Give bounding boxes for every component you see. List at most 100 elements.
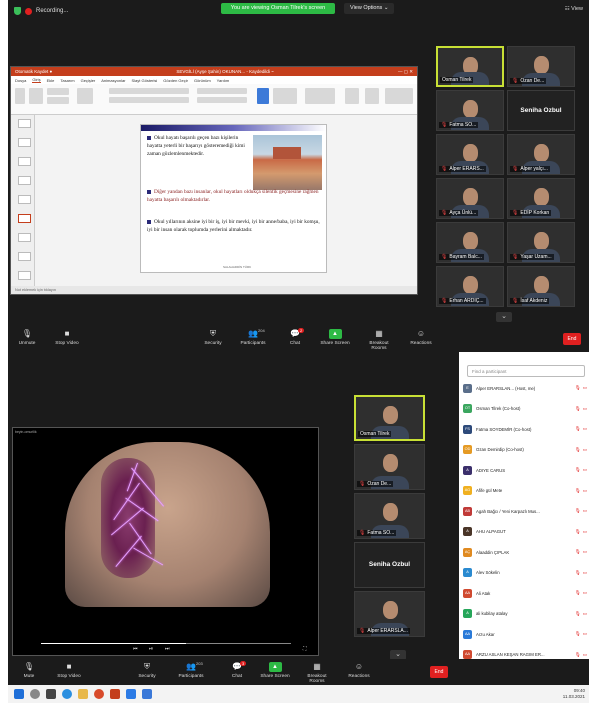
- search-icon[interactable]: [30, 689, 40, 699]
- ppt-menu-tab[interactable]: Görünüm: [194, 78, 211, 83]
- participants-button[interactable]: 👥 Participants 203: [174, 661, 208, 679]
- participants-button[interactable]: 👥 Participants 204: [236, 328, 270, 346]
- participant-search-input[interactable]: Find a participant: [467, 365, 585, 377]
- participant-row[interactable]: AB Agah Bağcı / Yeni Karpazlı Mus... 🎙 ▭: [463, 505, 587, 517]
- participant-row[interactable]: OT Osman Tilrek (Co-host) 🎙 ▭: [463, 403, 587, 415]
- participant-tile[interactable]: 🎙 Ayça Ünlü...: [436, 178, 504, 219]
- ppt-menu-tab[interactable]: Geçişler: [81, 78, 96, 83]
- participant-tile[interactable]: 🎙 İsaf Akdeniz: [507, 266, 575, 307]
- slide-thumb[interactable]: [18, 119, 31, 128]
- reactions-button[interactable]: ☺ Reactions: [404, 329, 438, 346]
- slide-thumb-selected[interactable]: [18, 214, 31, 223]
- participant-tile[interactable]: Osman Tilrek: [354, 395, 425, 441]
- photos-icon[interactable]: [142, 689, 152, 699]
- security-button[interactable]: ⛨ Security: [130, 662, 164, 679]
- mic-off-icon[interactable]: 🎙: [575, 590, 581, 596]
- chat-button[interactable]: 💬 Chat 3: [220, 661, 254, 679]
- participant-tile[interactable]: 🎙 Yaşar Uzam...: [507, 222, 575, 263]
- slide-thumb[interactable]: [18, 138, 31, 147]
- camera-off-icon[interactable]: ▭: [583, 529, 587, 535]
- fullscreen-icon[interactable]: ⛶: [303, 646, 307, 652]
- participant-row[interactable]: E Alper ERARSLAN... (Host, me) 🎙 ▭: [463, 382, 587, 394]
- participant-tile[interactable]: 🎙 Ozan De...: [507, 46, 575, 87]
- rewind-icon[interactable]: ⏮: [133, 646, 138, 652]
- camera-off-icon[interactable]: ▭: [583, 467, 587, 473]
- ppt-status-bar[interactable]: Not eklemek için tıklayın: [11, 286, 417, 294]
- mic-off-icon[interactable]: 🎙: [575, 406, 581, 412]
- forward-icon[interactable]: ⏭: [165, 646, 170, 652]
- participant-tile[interactable]: 🎙 Ozan De...: [354, 444, 425, 490]
- mic-off-icon[interactable]: 🎙: [575, 426, 581, 432]
- camera-off-icon[interactable]: ▭: [583, 447, 587, 453]
- slide-thumb[interactable]: [18, 176, 31, 185]
- edge-browser-icon[interactable]: [62, 689, 72, 699]
- participant-tile[interactable]: Seniha Ozbul: [507, 90, 575, 131]
- mic-off-icon[interactable]: 🎙: [575, 611, 581, 617]
- view-button[interactable]: ☷ View: [565, 6, 583, 12]
- end-meeting-button[interactable]: End: [563, 333, 581, 345]
- participant-tile[interactable]: 🎙 Alper ERARS...: [436, 134, 504, 175]
- participant-tile[interactable]: 🎙 Fatma SO...: [354, 493, 425, 539]
- participant-tile[interactable]: Osman Tilrek: [436, 46, 504, 87]
- file-explorer-icon[interactable]: [78, 689, 88, 699]
- mic-off-icon[interactable]: 🎙: [575, 467, 581, 473]
- unmute-button[interactable]: 🎙 Unmute: [10, 329, 44, 346]
- camera-off-icon[interactable]: ▭: [583, 385, 587, 391]
- participant-row[interactable]: AA Ali Atak 🎙 ▭: [463, 587, 587, 599]
- view-options-button[interactable]: View Options ⌄: [344, 3, 395, 14]
- camera-off-icon[interactable]: ▭: [583, 406, 587, 412]
- camera-off-icon[interactable]: ▭: [583, 426, 587, 432]
- security-button[interactable]: ⛨ Security: [196, 329, 230, 346]
- participant-row[interactable]: AG Afife gül Mete 🎙 ▭: [463, 485, 587, 497]
- slide-thumb[interactable]: [18, 252, 31, 261]
- participant-row[interactable]: A ADIYE CARUS 🎙 ▭: [463, 464, 587, 476]
- windows-start-icon[interactable]: [14, 689, 24, 699]
- participant-row[interactable]: OD Ozan Demirdip (Co-host) 🎙 ▭: [463, 444, 587, 456]
- participant-tile[interactable]: 🎙 Fatma SO...: [436, 90, 504, 131]
- share-screen-button[interactable]: ▲ Share Screen: [318, 329, 352, 346]
- ppt-menu-tab[interactable]: Gözden Geçir: [163, 78, 188, 83]
- participant-tile[interactable]: 🎙 Erhan ARDIÇ...: [436, 266, 504, 307]
- ppt-menu-tab[interactable]: Giriş: [32, 77, 41, 83]
- mic-off-icon[interactable]: 🎙: [575, 529, 581, 535]
- system-tray[interactable]: 09:40 11.03.2021: [563, 688, 585, 700]
- mute-button[interactable]: 🎙 Mute: [12, 662, 46, 679]
- participant-row[interactable]: AÇ Alaaddin ÇIPLAK 🎙 ▭: [463, 546, 587, 558]
- mic-off-icon[interactable]: 🎙: [575, 631, 581, 637]
- play-icon[interactable]: ⏯: [149, 646, 153, 652]
- ppt-menu-tab[interactable]: Animasyonlar: [101, 78, 125, 83]
- chevron-down-icon[interactable]: ⌄: [496, 312, 512, 322]
- seek-bar[interactable]: [41, 643, 291, 644]
- shared-video[interactable]: beyin-omurilik ⏮ ⏯ ⏭ ⛶: [12, 427, 319, 656]
- participant-row[interactable]: FS Fatma SOYDEMİR (Co-host) 🎙 ▭: [463, 423, 587, 435]
- ppt-menu-tab[interactable]: Dosya: [15, 78, 26, 83]
- powerpoint-icon[interactable]: [110, 689, 120, 699]
- ppt-menu-tab[interactable]: Slayt Gösterisi: [132, 78, 158, 83]
- participant-tile[interactable]: Seniha Ozbul: [354, 542, 425, 588]
- mic-off-icon[interactable]: 🎙: [575, 385, 581, 391]
- zoom-icon[interactable]: [126, 689, 136, 699]
- ppt-menu-tab[interactable]: Yardım: [217, 78, 230, 83]
- ppt-menu-tab[interactable]: Tasarım: [60, 78, 74, 83]
- breakout-rooms-button[interactable]: ▦ Breakout Rooms: [300, 662, 334, 684]
- participant-tile[interactable]: 🎙 Alper ERARSLA...: [354, 591, 425, 637]
- camera-off-icon[interactable]: ▭: [583, 652, 587, 658]
- participant-row[interactable]: A Alev Sökelin 🎙 ▭: [463, 567, 587, 579]
- camera-off-icon[interactable]: ▭: [583, 611, 587, 617]
- participant-tile[interactable]: 🎙 Alper yalçı...: [507, 134, 575, 175]
- chrome-icon[interactable]: [94, 689, 104, 699]
- reactions-button[interactable]: ☺ Reactions: [342, 662, 376, 679]
- slide-thumb[interactable]: [18, 271, 31, 280]
- mic-off-icon[interactable]: 🎙: [575, 447, 581, 453]
- participant-tile[interactable]: 🎙 Bayram Balc...: [436, 222, 504, 263]
- mic-off-icon[interactable]: 🎙: [575, 488, 581, 494]
- end-meeting-button[interactable]: End: [430, 666, 448, 678]
- participant-tile[interactable]: 🎙 EDİP Korkan: [507, 178, 575, 219]
- camera-off-icon[interactable]: ▭: [583, 631, 587, 637]
- breakout-rooms-button[interactable]: ▦ Breakout Rooms: [362, 329, 396, 351]
- participant-row[interactable]: A AHU ALPAGUT 🎙 ▭: [463, 526, 587, 538]
- slide-thumb[interactable]: [18, 195, 31, 204]
- recording-indicator[interactable]: Recording...: [14, 7, 68, 15]
- task-view-icon[interactable]: [46, 689, 56, 699]
- camera-off-icon[interactable]: ▭: [583, 549, 587, 555]
